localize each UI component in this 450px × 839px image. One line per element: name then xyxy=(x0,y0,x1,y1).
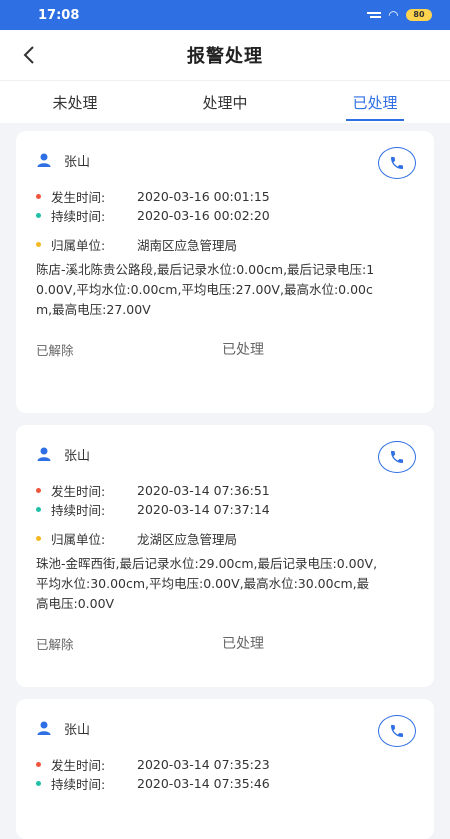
duration-time: 2020-03-14 07:37:14 xyxy=(137,502,270,517)
occur-label: 发生时间: xyxy=(51,758,106,773)
tab-processed[interactable]: 已处理 xyxy=(300,81,450,123)
user-icon xyxy=(36,152,52,168)
tab-processing[interactable]: 处理中 xyxy=(150,81,300,123)
status-time: 17:08 xyxy=(38,7,80,23)
unit-label: 归属单位: xyxy=(51,532,106,547)
unit-value: 湖南区应急管理局 xyxy=(137,238,238,253)
call-button[interactable] xyxy=(378,715,416,747)
alarm-card[interactable]: 张山 发生时间: 2020-03-16 00:01:15 持续时间: 2020-… xyxy=(16,131,434,413)
phone-icon xyxy=(391,451,403,463)
chevron-left-icon xyxy=(23,46,34,64)
alarm-description: 珠池-金晖西街,最后记录水位:29.00cm,最后记录电压:0.00V,平均水位… xyxy=(36,556,378,611)
call-button[interactable] xyxy=(378,147,416,179)
phone-icon xyxy=(391,157,403,169)
status-bar: 17:08 ◠ 80 xyxy=(0,0,450,30)
dot-teal xyxy=(36,213,41,218)
duration-label: 持续时间: xyxy=(51,209,106,224)
user-icon xyxy=(36,446,52,462)
alarm-list: 张山 发生时间: 2020-03-16 00:01:15 持续时间: 2020-… xyxy=(0,123,450,839)
occur-label: 发生时间: xyxy=(51,484,106,499)
dot-yellow xyxy=(36,242,41,247)
nav-bar: 报警处理 xyxy=(0,30,450,80)
wifi-icon: ◠ xyxy=(388,8,398,22)
dot-red xyxy=(36,488,41,493)
user-name: 张山 xyxy=(64,448,91,464)
tab-bar: 未处理 处理中 已处理 xyxy=(0,80,450,123)
occur-time: 2020-03-14 07:35:23 xyxy=(137,757,270,772)
alarm-status-processed: 已处理 xyxy=(222,636,264,652)
alarm-description: 陈店-溪北陈贵公路段,最后记录水位:0.00cm,最后记录电压:10.00V,平… xyxy=(36,262,375,317)
occur-time: 2020-03-14 07:36:51 xyxy=(137,483,270,498)
alarm-status-cleared: 已解除 xyxy=(36,342,74,358)
page-title: 报警处理 xyxy=(187,46,263,67)
duration-label: 持续时间: xyxy=(51,777,106,792)
tab-unprocessed[interactable]: 未处理 xyxy=(0,81,150,123)
dot-teal xyxy=(36,507,41,512)
alarm-card[interactable]: 张山 发生时间: 2020-03-14 07:35:23 持续时间: 2020-… xyxy=(16,699,434,839)
alarm-status-cleared: 已解除 xyxy=(36,636,74,652)
dot-red xyxy=(36,762,41,767)
status-icons: ◠ 80 xyxy=(366,8,432,22)
user-name: 张山 xyxy=(64,722,91,738)
dot-yellow xyxy=(36,536,41,541)
duration-time: 2020-03-16 00:02:20 xyxy=(137,208,270,223)
alarm-card[interactable]: 张山 发生时间: 2020-03-14 07:36:51 持续时间: 2020-… xyxy=(16,425,434,687)
user-icon xyxy=(36,720,52,736)
occur-label: 发生时间: xyxy=(51,190,106,205)
occur-time: 2020-03-16 00:01:15 xyxy=(137,189,270,204)
duration-time: 2020-03-14 07:35:46 xyxy=(137,776,270,791)
user-name: 张山 xyxy=(64,154,91,170)
dot-teal xyxy=(36,781,41,786)
duration-label: 持续时间: xyxy=(51,503,106,518)
call-button[interactable] xyxy=(378,441,416,473)
alarm-status-processed: 已处理 xyxy=(222,342,264,358)
back-button[interactable] xyxy=(18,41,40,69)
unit-value: 龙湖区应急管理局 xyxy=(137,532,238,547)
battery-icon: 80 xyxy=(406,9,432,21)
unit-label: 归属单位: xyxy=(51,238,106,253)
phone-icon xyxy=(391,725,403,737)
dot-red xyxy=(36,194,41,199)
signal-icon xyxy=(366,10,381,20)
